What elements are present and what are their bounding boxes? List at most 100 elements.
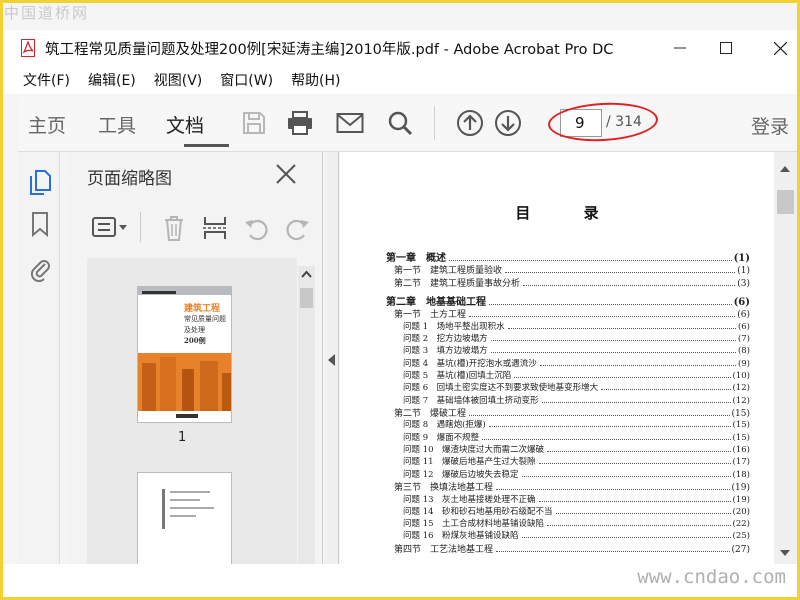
toc-entry[interactable]: 第二章 地基基础工程 (6): [386, 293, 750, 307]
toc-entry[interactable]: 问题 11 爆破后地基产生过大裂隙 (17): [386, 455, 750, 467]
toc-entry[interactable]: 问题 13 灰土地基接槎处理不正确 (19): [386, 493, 750, 505]
toc-entry[interactable]: 问题 16 粉煤灰地基铺设缺陷 (25): [386, 529, 750, 541]
toc-entry-label: 问题 8 遇瞎炮(拒爆): [403, 420, 486, 431]
thumbnails-toolbar: [86, 210, 316, 246]
close-window-button[interactable]: [757, 30, 800, 66]
toc-entry[interactable]: 第一节 土方工程 (6): [386, 307, 750, 320]
toc-entry[interactable]: 问题 12 爆破后边坡失去稳定 (18): [386, 468, 750, 480]
toc-entry-label: 第二节 建筑工程质量事故分析: [394, 278, 521, 289]
document-scrollbar[interactable]: [774, 152, 797, 564]
toc-entry-label: 第一节 建筑工程质量验收: [394, 266, 503, 276]
toc-entry-page: (17): [732, 457, 750, 468]
toc-entry-label: 问题 7 基础墙体被回填土挤动变形: [403, 395, 539, 406]
toc-entry[interactable]: 问题 1 场地平整出现积水 (6): [386, 320, 750, 332]
close-panel-icon[interactable]: [274, 162, 300, 188]
toc-entry[interactable]: 第四节 工艺法地基工程 (27): [386, 542, 750, 555]
toc-leader-dots: [523, 284, 736, 286]
menu-help[interactable]: 帮助(H): [291, 70, 340, 90]
toc-entry[interactable]: 第二节 建筑工程质量事故分析 (3): [386, 276, 750, 289]
page-thumbnails-icon[interactable]: [28, 168, 52, 196]
toc-entry-label: 第四节 工艺法地基工程: [394, 544, 494, 555]
panel-collapse-bar[interactable]: [325, 152, 339, 564]
toc-leader-dots: [514, 376, 731, 378]
bookmarks-icon[interactable]: [28, 210, 52, 238]
toc-entry[interactable]: 问题 8 遇瞎炮(拒爆) (15): [386, 418, 750, 430]
menu-bar: 文件(F) 编辑(E) 视图(V) 窗口(W) 帮助(H): [3, 66, 797, 94]
search-icon[interactable]: [384, 107, 416, 139]
toc-entry[interactable]: 问题 4 基坑(槽)开挖泡水或遇流沙 (9): [386, 357, 750, 369]
login-button[interactable]: 登录: [751, 112, 789, 139]
toc-leader-dots: [539, 364, 736, 366]
tab-tools[interactable]: 工具: [98, 111, 136, 138]
document-scroll-thumb[interactable]: [777, 190, 794, 214]
previous-page-icon[interactable]: [454, 107, 486, 139]
toc-entry-label: 问题 11 爆破后地基产生过大裂隙: [403, 457, 536, 468]
thumbnail-page-1[interactable]: 建筑工程 常见质量问题 及处理 200例: [137, 286, 232, 423]
document-view[interactable]: 目 录 第一章 概述 (1) 第一节 建筑工程质量验收 (1) 第二节 建筑工程质量事故…: [340, 152, 774, 564]
toc-leader-dots: [489, 304, 732, 306]
toc-leader-dots: [521, 537, 731, 539]
toc-entry[interactable]: 问题 3 填方边坡塌方 (8): [386, 344, 750, 356]
doc-scroll-down-icon[interactable]: [778, 548, 792, 558]
toc-entry[interactable]: 问题 9 爆面不规整 (15): [386, 431, 750, 443]
toc-leader-dots: [496, 488, 730, 490]
menu-window[interactable]: 窗口(W): [220, 70, 273, 90]
print-icon[interactable]: [284, 107, 316, 139]
toc-entry[interactable]: 第二节 爆破工程 (15): [386, 406, 750, 419]
toc-entry-page: (1): [733, 253, 750, 263]
toc-entry[interactable]: 问题 10 爆渣块度过大而需二次爆破 (16): [386, 443, 750, 455]
email-icon[interactable]: [334, 107, 366, 139]
minimize-button[interactable]: [657, 30, 703, 66]
thumbnails-list: 建筑工程 常见质量问题 及处理 200例 1: [87, 258, 297, 564]
menu-edit[interactable]: 编辑(E): [88, 70, 136, 90]
active-tab-indicator: [184, 144, 229, 147]
scroll-up-icon[interactable]: [298, 267, 315, 281]
delete-page-icon[interactable]: [162, 214, 186, 246]
toc-entry-page: (19): [732, 494, 750, 505]
toc-leader-dots: [469, 414, 730, 416]
toc-leader-dots: [538, 500, 731, 502]
toc-entry-label: 问题 15 土工合成材料地基铺设缺陷: [403, 519, 545, 530]
toc-leader-dots: [541, 401, 731, 403]
toc-entry-label: 问题 16 粉煤灰地基铺设缺陷: [403, 531, 519, 542]
menu-file[interactable]: 文件(F): [23, 70, 70, 90]
toc-entry[interactable]: 第一节 建筑工程质量验收 (1): [386, 263, 750, 276]
toc-entry[interactable]: 问题 5 基坑(槽)回填土沉陷 (10): [386, 369, 750, 381]
toolbar-divider: [434, 106, 435, 140]
doc-scroll-up-icon[interactable]: [778, 164, 792, 174]
options-menu-icon[interactable]: [92, 216, 128, 242]
toc-entry[interactable]: 问题 6 回填土密实度达不到要求致使地基变形增大 (12): [386, 381, 750, 393]
toc-entry[interactable]: 问题 2 挖方边坡塌方 (7): [386, 332, 750, 344]
toc-leader-dots: [482, 438, 731, 440]
toc-entry[interactable]: 第三节 换填法地基工程 (19): [386, 480, 750, 493]
watermark-top: 中国道桥网: [4, 4, 90, 22]
panel-pointer: [60, 170, 68, 186]
save-icon[interactable]: [238, 107, 270, 139]
toc-entry-page: (10): [732, 370, 750, 381]
toc-entry[interactable]: 问题 15 土工合成材料地基铺设缺陷 (22): [386, 517, 750, 529]
thumbnails-scrollbar[interactable]: [298, 266, 315, 564]
toc-entry[interactable]: 问题 7 基础墙体被回填土挤动变形 (12): [386, 394, 750, 406]
next-page-icon[interactable]: [492, 107, 524, 139]
menu-view[interactable]: 视图(V): [154, 70, 203, 90]
extract-pages-icon[interactable]: [202, 214, 228, 246]
attachments-icon[interactable]: [28, 254, 52, 283]
collapse-arrow-icon[interactable]: [328, 354, 336, 366]
toc-leader-dots: [538, 463, 731, 465]
toc-entry[interactable]: 第一章 概述 (1): [386, 249, 750, 263]
thumbnails-scroll-thumb[interactable]: [300, 288, 313, 308]
main-toolbar: 主页 工具 文档 9 / 314 登录: [18, 97, 797, 152]
rotate-left-icon[interactable]: [244, 216, 270, 246]
thumbnail-page-2[interactable]: [137, 472, 232, 564]
toc-entry-page: (12): [732, 395, 750, 406]
toc-entry-page: (16): [732, 445, 750, 456]
toc-entry-page: (6): [733, 297, 750, 308]
toc-entry[interactable]: 问题 14 砂和砂石地基用砂石级配不当 (20): [386, 505, 750, 517]
toc-entry-label: 问题 12 爆破后边坡失去稳定: [403, 469, 519, 480]
toc-leader-dots: [490, 340, 736, 342]
toc-entry-label: 问题 3 填方边坡塌方: [403, 346, 488, 357]
tab-document[interactable]: 文档: [166, 111, 204, 138]
maximize-button[interactable]: [703, 30, 749, 66]
tab-home[interactable]: 主页: [28, 111, 66, 138]
rotate-right-icon[interactable]: [284, 216, 310, 246]
